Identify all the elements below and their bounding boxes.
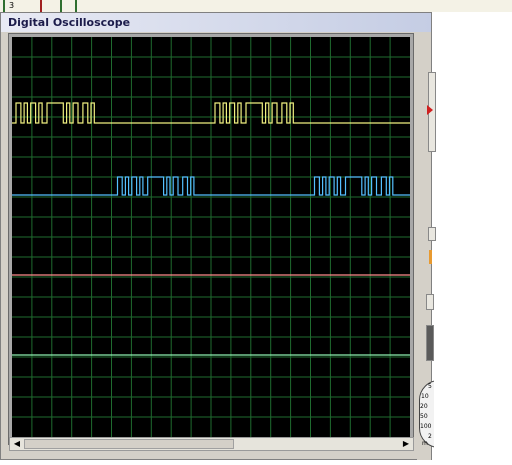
- window-title: Digital Oscilloscope: [8, 16, 131, 29]
- schematic-wire: [3, 0, 5, 12]
- timebase-knob[interactable]: 5 10 20 50 100 2 m: [419, 380, 434, 448]
- trigger-marker-icon: [427, 105, 433, 115]
- panel-input[interactable]: [428, 227, 436, 241]
- knob-scale-label: 100: [420, 423, 432, 430]
- schematic-wire: [60, 0, 62, 12]
- title-bar[interactable]: Digital Oscilloscope: [1, 13, 431, 32]
- knob-scale-label: 20: [420, 403, 428, 410]
- schematic-wire: [75, 0, 77, 12]
- scope-screen-frame: [8, 33, 414, 445]
- knob-scale-label: 5: [428, 383, 432, 390]
- scroll-left-button[interactable]: ◀: [11, 439, 23, 449]
- knob-scale-label: 10: [421, 393, 429, 400]
- panel-button[interactable]: [426, 294, 434, 310]
- schematic-pin-label: 3: [9, 1, 15, 10]
- knob-scale-label: 50: [420, 413, 428, 420]
- schematic-background: 3: [0, 0, 512, 12]
- scope-display[interactable]: [12, 37, 410, 437]
- panel-indicator: [429, 250, 432, 264]
- scrollbar-thumb[interactable]: [24, 439, 234, 449]
- panel-display: [426, 325, 434, 361]
- horizontal-scrollbar[interactable]: ◀ ▶: [9, 437, 414, 451]
- knob-scale-label: m: [422, 440, 428, 447]
- channel-control[interactable]: [427, 72, 436, 152]
- schematic-wire: [40, 0, 42, 12]
- scroll-right-button[interactable]: ▶: [400, 439, 412, 449]
- oscilloscope-window[interactable]: Digital Oscilloscope ◀ ▶: [0, 12, 436, 460]
- knob-scale-label: 2: [428, 433, 432, 440]
